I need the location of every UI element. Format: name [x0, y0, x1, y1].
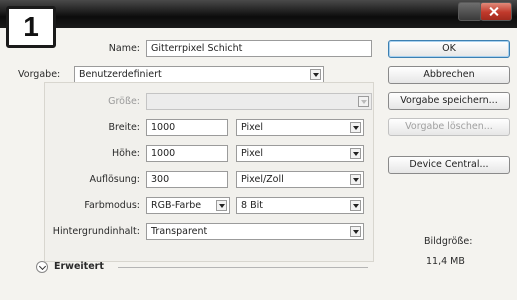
image-size-label: Bildgröße: [424, 236, 473, 247]
bit-depth-select[interactable]: 8 Bit [236, 197, 364, 214]
resolution-unit-value: Pixel/Zoll [241, 174, 284, 185]
device-central-button[interactable]: Device Central... [388, 156, 510, 174]
save-preset-button[interactable]: Vorgabe speichern... [388, 92, 510, 110]
cancel-button[interactable]: Abbrechen [388, 66, 510, 84]
title-bar [0, 0, 517, 28]
delete-preset-button: Vorgabe löschen... [388, 118, 510, 136]
preset-select-value: Benutzerdefiniert [79, 69, 162, 80]
height-input[interactable]: 1000 [146, 145, 228, 162]
chevron-down-icon [350, 148, 361, 159]
height-label: Höhe: [111, 148, 140, 159]
name-label: Name: [108, 43, 140, 54]
width-label: Breite: [108, 122, 140, 133]
background-contents-label: Hintergrundinhalt: [52, 226, 140, 237]
size-label: Größe: [108, 96, 140, 107]
bit-depth-value: 8 Bit [241, 200, 263, 211]
color-mode-value: RGB-Farbe [151, 200, 202, 211]
width-unit-value: Pixel [241, 122, 263, 133]
background-contents-value: Transparent [151, 226, 208, 237]
chevron-down-icon [350, 226, 361, 237]
chevron-down-icon [358, 96, 369, 107]
ok-button[interactable]: OK [388, 40, 510, 58]
preset-label: Vorgabe: [18, 69, 61, 80]
preset-select[interactable]: Benutzerdefiniert [74, 66, 324, 83]
advanced-label[interactable]: Erweitert [54, 261, 104, 272]
step-number-badge: 1 [6, 6, 56, 48]
resolution-input[interactable]: 300 [146, 171, 228, 188]
height-unit-select[interactable]: Pixel [236, 145, 364, 162]
width-unit-select[interactable]: Pixel [236, 119, 364, 136]
size-select [146, 93, 372, 110]
advanced-divider [118, 267, 368, 268]
advanced-expand-icon[interactable] [36, 261, 48, 273]
chevron-down-icon [216, 200, 227, 211]
close-button[interactable] [480, 2, 512, 21]
chevron-down-icon [350, 122, 361, 133]
resolution-unit-select[interactable]: Pixel/Zoll [236, 171, 364, 188]
chevron-down-icon [350, 174, 361, 185]
background-contents-select[interactable]: Transparent [146, 223, 364, 240]
chevron-down-icon [350, 200, 361, 211]
width-input[interactable]: 1000 [146, 119, 228, 136]
minimize-button[interactable] [458, 2, 482, 21]
new-document-dialog: 1 Name: Gitterrpixel Schicht Vorgabe: Be… [0, 0, 517, 300]
height-unit-value: Pixel [241, 148, 263, 159]
name-input[interactable]: Gitterrpixel Schicht [146, 40, 372, 57]
image-size-value: 11,4 MB [426, 256, 465, 267]
color-mode-label: Farbmodus: [84, 200, 140, 211]
color-mode-select[interactable]: RGB-Farbe [146, 197, 230, 214]
resolution-label: Auflösung: [89, 174, 140, 185]
chevron-down-icon [310, 69, 321, 80]
